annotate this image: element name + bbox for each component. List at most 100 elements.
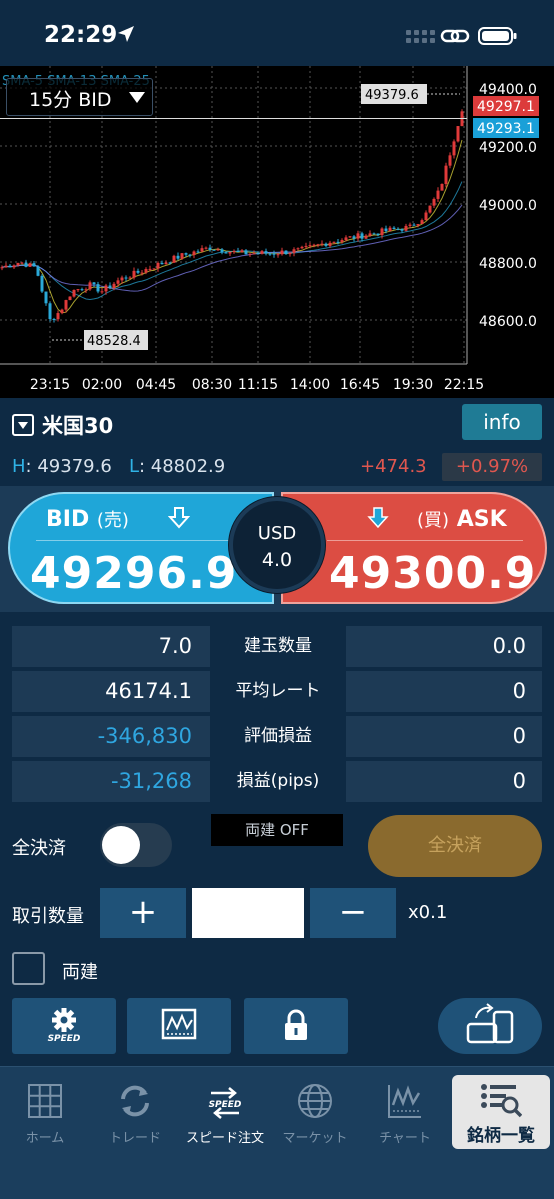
status-time: 22:29 bbox=[44, 22, 118, 48]
candle-body bbox=[48, 303, 52, 319]
candle-body bbox=[52, 318, 56, 320]
candle-body bbox=[16, 262, 20, 266]
quantity-input[interactable] bbox=[192, 888, 304, 938]
table-row: -346,830 評価損益 0 bbox=[12, 716, 542, 757]
high-low-text: H: 49379.6 L: 48802.9 bbox=[12, 456, 225, 477]
buy-avg-rate: 0 bbox=[346, 671, 542, 712]
buy-pl-pips: 0 bbox=[346, 761, 542, 802]
candle-body bbox=[124, 277, 128, 279]
tab-trade[interactable]: トレード bbox=[90, 1067, 180, 1151]
caret-down-icon bbox=[129, 92, 145, 103]
candle-body bbox=[412, 224, 416, 226]
sell-pl-pips: -31,268 bbox=[12, 761, 210, 802]
candle-body bbox=[44, 291, 48, 304]
candle-body bbox=[428, 205, 432, 213]
candle-body bbox=[356, 233, 360, 239]
tab-market[interactable]: マーケット bbox=[270, 1067, 360, 1151]
candle-body bbox=[148, 268, 152, 270]
price-axis-label: 49000.0 bbox=[479, 198, 537, 214]
symbol-name[interactable]: 米国30 bbox=[42, 410, 113, 440]
gear-icon bbox=[52, 1008, 76, 1032]
candle-body bbox=[340, 240, 344, 242]
candle-body bbox=[280, 250, 284, 255]
quantity-decrement-button[interactable]: − bbox=[310, 888, 396, 938]
chart-line-icon bbox=[161, 1008, 197, 1040]
tab-label: トレード bbox=[108, 1131, 161, 1146]
candle-body bbox=[96, 284, 100, 292]
ask-price: 49300.9 bbox=[329, 548, 537, 599]
ask-label-text: ASK bbox=[456, 507, 507, 532]
candle-body bbox=[260, 251, 264, 254]
ask-label: (買) ASK bbox=[417, 506, 507, 532]
change-percent: +0.97% bbox=[442, 453, 542, 481]
candle-body bbox=[80, 289, 84, 291]
candle-body bbox=[108, 285, 112, 288]
chart-toggle-button[interactable] bbox=[127, 998, 231, 1054]
speed-icon: SPEED bbox=[209, 1087, 242, 1119]
hedge-checkbox[interactable] bbox=[12, 952, 45, 985]
high-key: H bbox=[12, 456, 26, 477]
tab-label: スピード注文 bbox=[185, 1131, 264, 1146]
tab-speed-order[interactable]: SPEED スピード注文 bbox=[180, 1067, 270, 1151]
time-axis-label: 11:15 bbox=[238, 377, 278, 393]
hedge-status-badge: 両建 OFF bbox=[211, 814, 343, 846]
candle-body bbox=[372, 233, 376, 235]
candle-body bbox=[324, 243, 328, 246]
candle-body bbox=[316, 244, 320, 246]
candle-body bbox=[284, 250, 288, 255]
refresh-icon bbox=[121, 1085, 149, 1117]
tab-label: マーケット bbox=[282, 1131, 348, 1146]
candle-body bbox=[380, 228, 384, 236]
lock-button[interactable] bbox=[244, 998, 348, 1054]
tab-home[interactable]: ホーム bbox=[0, 1067, 90, 1151]
price-axis-label: 49400.0 bbox=[479, 82, 537, 98]
row-label: 建玉数量 bbox=[244, 636, 312, 656]
period-select[interactable]: 15分 BID bbox=[6, 78, 153, 116]
candle-body bbox=[220, 249, 224, 253]
candle-body bbox=[224, 252, 228, 254]
candle-body bbox=[364, 235, 368, 239]
candle-body bbox=[296, 248, 300, 250]
tab-label: ホーム bbox=[25, 1131, 65, 1146]
bid-sub-label: (売) bbox=[96, 510, 129, 531]
candle-body bbox=[300, 246, 304, 249]
tab-symbol-list[interactable]: 銘柄一覧 bbox=[452, 1075, 550, 1149]
rotate-screen-button[interactable] bbox=[438, 998, 542, 1054]
grid-icon bbox=[28, 1084, 62, 1118]
symbol-dropdown-icon[interactable] bbox=[12, 414, 34, 436]
time-axis-label: 16:45 bbox=[340, 377, 380, 393]
symbol-header: 米国30 info bbox=[0, 398, 554, 450]
candle-body bbox=[176, 255, 180, 259]
lock-icon bbox=[285, 1009, 307, 1040]
sma-line-25 bbox=[1, 204, 463, 292]
time-axis-label: 04:45 bbox=[136, 377, 176, 393]
high-value: : 49379.6 bbox=[25, 456, 112, 477]
candle-body bbox=[444, 165, 448, 184]
candle-body bbox=[304, 245, 308, 247]
time-axis-label: 23:15 bbox=[30, 377, 70, 393]
candle-body bbox=[168, 262, 172, 264]
candle-body bbox=[184, 253, 188, 255]
candle-body bbox=[268, 253, 272, 255]
candle-body bbox=[320, 243, 324, 245]
bid-label-text: BID bbox=[46, 507, 90, 532]
candle-body bbox=[396, 228, 400, 230]
price-chart[interactable]: 49400.0 49200.0 49000.0 48800.0 48600.0 23:15… bbox=[0, 66, 554, 398]
settle-all-toggle[interactable] bbox=[100, 823, 172, 867]
info-button[interactable]: info bbox=[462, 404, 542, 440]
tab-chart[interactable]: チャート bbox=[360, 1067, 450, 1151]
candle-body bbox=[160, 262, 164, 265]
candle-body bbox=[376, 233, 380, 236]
buy-position-qty: 0.0 bbox=[346, 626, 542, 667]
table-row: 46174.1 平均レート 0 bbox=[12, 671, 542, 712]
high-marker-text: 49379.6 bbox=[365, 88, 419, 103]
speed-settings-button[interactable]: SPEED bbox=[12, 998, 116, 1054]
time-axis-label: 19:30 bbox=[393, 377, 433, 393]
candle-body bbox=[188, 254, 192, 256]
quantity-increment-button[interactable]: + bbox=[100, 888, 186, 938]
settle-all-button[interactable]: 全決済 bbox=[368, 815, 542, 877]
candle-body bbox=[88, 282, 92, 290]
candle-body bbox=[360, 233, 364, 239]
ask-sub-label: (買) bbox=[417, 510, 450, 531]
battery-icon bbox=[478, 27, 517, 45]
